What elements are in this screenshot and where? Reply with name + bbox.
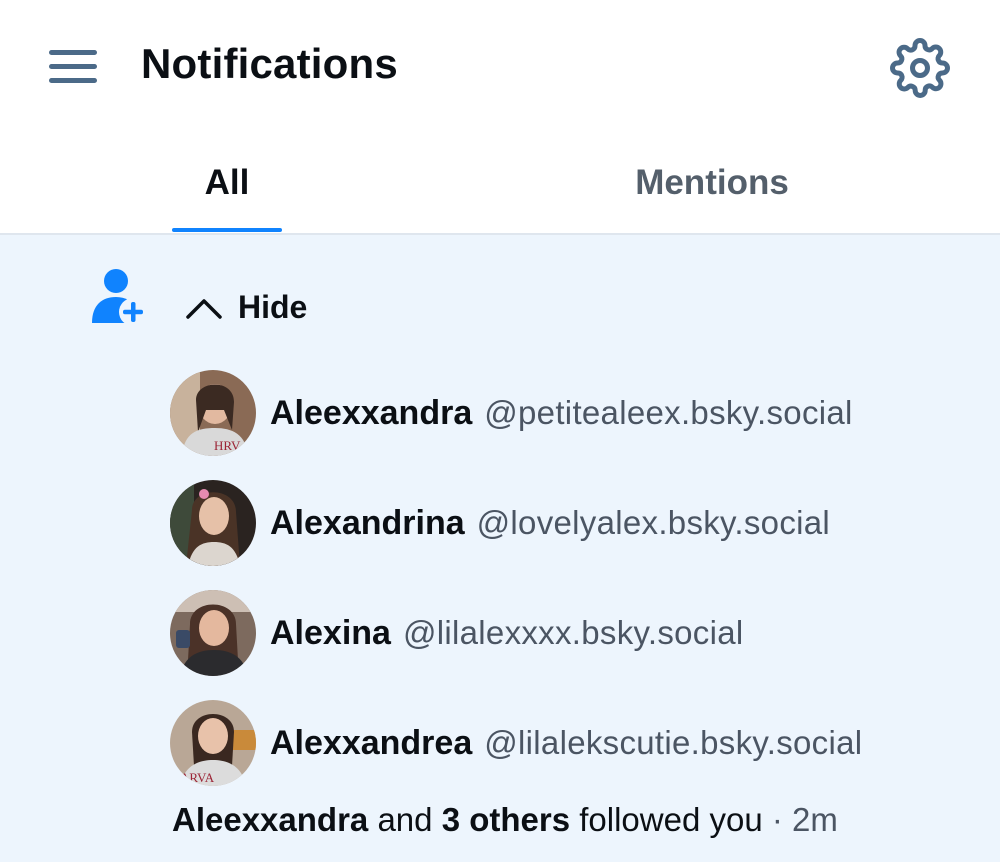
follower-row[interactable]: Alexandrina @lovelyalex.bsky.social <box>170 480 830 566</box>
follower-name: Aleexxandra <box>270 393 473 432</box>
hide-label: Hide <box>238 288 308 325</box>
follower-row[interactable]: HRV Aleexxandra @petitealeex.bsky.social <box>170 370 853 456</box>
menu-button[interactable] <box>46 44 100 88</box>
follower-name: Alexina <box>270 613 391 652</box>
notification-summary: Aleexxandra and 3 others followed you · … <box>172 801 838 839</box>
follower-handle: @lilalexxxx.bsky.social <box>402 614 744 651</box>
summary-and: and <box>377 801 433 838</box>
follower-row[interactable]: Alexina @lilalexxxx.bsky.social <box>170 590 744 676</box>
follower-handle: @lovelyalex.bsky.social <box>476 504 831 541</box>
notifications-screen: Notifications All Mentions Hide HRV Alee… <box>0 0 1000 862</box>
follower-row[interactable]: ARVA Alexxandrea @lilalekscutie.bsky.soc… <box>170 700 862 786</box>
svg-text:ARVA: ARVA <box>180 770 215 785</box>
person-add-icon <box>92 269 147 326</box>
avatar[interactable] <box>170 590 256 676</box>
follower-name: Alexandrina <box>270 503 465 542</box>
summary-first-name[interactable]: Aleexxandra <box>172 801 368 838</box>
notification-time: 2m <box>792 801 838 838</box>
header: Notifications <box>0 0 1000 132</box>
summary-separator: · <box>771 801 783 838</box>
avatar[interactable]: ARVA <box>170 700 256 786</box>
follower-handle: @lilalekscutie.bsky.social <box>484 724 863 761</box>
settings-button[interactable] <box>890 38 950 98</box>
tab-all[interactable]: All <box>172 132 282 234</box>
tab-mentions[interactable]: Mentions <box>590 132 834 234</box>
follow-notification[interactable]: Hide HRV Aleexxandra @petitealeex.bsky.s… <box>0 235 1000 862</box>
chevron-up-icon <box>186 299 222 319</box>
follower-name: Alexxandrea <box>270 723 473 762</box>
svg-text:HRV: HRV <box>214 438 241 453</box>
page-title: Notifications <box>141 40 398 87</box>
hide-toggle-button[interactable]: Hide <box>184 283 307 331</box>
summary-action: followed you <box>579 801 763 838</box>
avatar[interactable] <box>170 480 256 566</box>
gear-icon <box>890 38 950 98</box>
active-tab-indicator <box>172 228 282 232</box>
tab-bar: All Mentions <box>0 132 1000 235</box>
follower-handle: @petitealeex.bsky.social <box>484 394 853 431</box>
avatar[interactable]: HRV <box>170 370 256 456</box>
summary-others: 3 others <box>441 801 571 838</box>
